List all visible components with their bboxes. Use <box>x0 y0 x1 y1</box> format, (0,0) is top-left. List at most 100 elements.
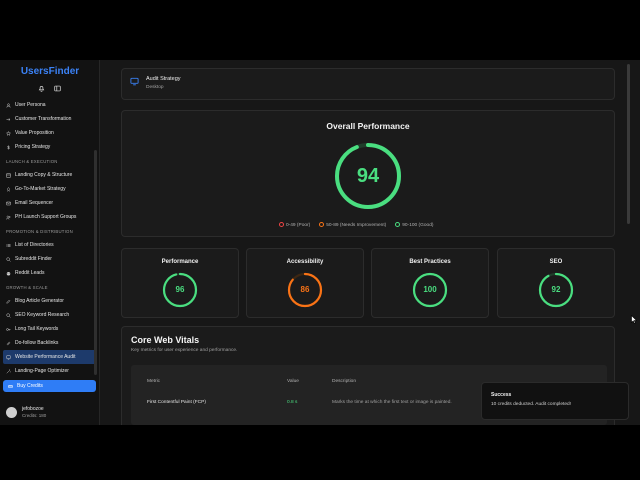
score-title: Performance <box>161 259 199 265</box>
sidebar-item-seo-keyword-research[interactable]: SEO Keyword Research <box>3 308 97 322</box>
audit-strategy-card: Audit Strategy Desktop <box>121 68 615 100</box>
legend-dot <box>279 222 284 227</box>
sidebar-item-label: SEO Keyword Research <box>15 312 70 318</box>
sidebar-item-label: Value Proposition <box>15 130 54 136</box>
sidebar-item-reddit-leads[interactable]: Reddit Leads <box>3 266 97 280</box>
success-toast[interactable]: Success 10 credits deducted. Audit compl… <box>481 382 629 420</box>
sidebar-item-blog-article-generator[interactable]: Blog Article Generator <box>3 294 97 308</box>
search-icon <box>6 312 11 318</box>
core-web-vitals-title: Core Web Vitals <box>131 335 200 345</box>
search-icon <box>6 256 11 262</box>
audit-strategy-value: Desktop <box>146 85 164 90</box>
score-legend: 0-49 (Poor) 50-89 (Needs Improvement) 90-1… <box>279 222 433 228</box>
sidebar-item-value-proposition[interactable]: Value Proposition <box>3 126 97 140</box>
score-title: SEO <box>549 259 563 265</box>
score-card-seo: SEO 92 <box>497 248 615 318</box>
dollar-icon <box>7 145 10 149</box>
user-credits: Credits: 180 <box>22 413 47 418</box>
sidebar-item-label: Website Performance Audit <box>15 354 76 360</box>
sidebar-item-label: Landing-Page Optimizer <box>15 368 69 374</box>
sidebar-item-label: User Persona <box>15 102 46 108</box>
credit-card-icon <box>8 384 13 388</box>
wand-icon <box>6 369 11 373</box>
score-card-performance: Performance 96 <box>121 248 239 318</box>
score-gauge: 92 <box>538 272 574 308</box>
sidebar-item-label: Customer Transformation <box>15 116 72 122</box>
score-value: 100 <box>423 285 437 294</box>
sidebar-nav: User Persona Customer Transformation Value… <box>3 98 97 378</box>
core-web-vitals-subtitle: Key metrics for user experience and perf… <box>131 348 238 353</box>
user-name: jefobozoe <box>22 406 44 412</box>
sidebar-item-label: Blog Article Generator <box>15 298 64 304</box>
sidebar-item-website-performance-audit[interactable]: Website Performance Audit <box>3 350 97 364</box>
sidebar-item-landing-page-optimizer[interactable]: Landing-Page Optimizer <box>3 364 97 378</box>
sidebar-item-ph-launch-support-groups[interactable]: PH Launch Support Groups <box>3 210 97 224</box>
sidebar-item-go-to-market-strategy[interactable]: Go-To-Market Strategy <box>3 182 97 196</box>
bell-icon[interactable] <box>38 85 45 92</box>
sidebar-item-label: Email Sequencer <box>15 200 54 206</box>
audit-strategy-title: Audit Strategy <box>146 76 181 82</box>
sidebar-section-label: LAUNCH & EXECUTION <box>6 158 58 164</box>
sidebar-item-subreddit-finder[interactable]: Subreddit Finder <box>3 252 97 266</box>
sidebar-item-label: Go-To-Market Strategy <box>15 186 66 192</box>
mouse-cursor-icon <box>631 315 637 324</box>
sidebar-item-label: Landing Copy & Structure <box>15 172 73 178</box>
header-description: Description <box>332 379 356 384</box>
score-value: 92 <box>551 285 561 294</box>
sidebar-item-long-tail-keywords[interactable]: Long Tail Keywords <box>3 322 97 336</box>
overall-performance-card: Overall Performance 94 0-49 (Poor) 50-89 … <box>121 110 615 237</box>
users-icon <box>6 215 11 220</box>
score-title: Best Practices <box>409 259 451 265</box>
score-value: 96 <box>175 285 185 294</box>
star-icon <box>6 130 11 136</box>
sidebar-item-user-persona[interactable]: User Persona <box>3 98 97 112</box>
monitor-icon <box>130 77 139 86</box>
sidebar-item-pricing-strategy[interactable]: Pricing Strategy <box>3 140 97 154</box>
buy-credits-label: Buy Credits <box>17 383 43 389</box>
score-title: Accessibility <box>286 259 324 265</box>
sidebar: UsersFinder User Persona Customer Transfo… <box>0 60 100 425</box>
score-card-best-practices: Best Practices 100 <box>371 248 489 318</box>
sidebar-item-label: Do-follow Backlinks <box>15 340 59 346</box>
list-icon <box>6 243 11 247</box>
legend-label: 0-49 (Poor) <box>286 223 311 228</box>
overall-score-gauge: 94 <box>334 142 402 210</box>
legend-dot <box>319 222 325 227</box>
legend-item: 0-49 (Poor) <box>279 222 310 228</box>
sidebar-item-email-sequencer[interactable]: Email Sequencer <box>3 196 97 210</box>
legend-item: 90-100 (Good) <box>395 222 433 228</box>
sidebar-item-label: Long Tail Keywords <box>15 326 59 332</box>
mail-icon <box>6 201 11 205</box>
user-icon <box>6 103 11 108</box>
overall-score-value: 94 <box>356 165 380 187</box>
sidebar-item-customer-transformation[interactable]: Customer Transformation <box>3 112 97 126</box>
link-icon <box>6 341 11 345</box>
avatar <box>6 406 17 418</box>
header-value: Value <box>287 379 299 384</box>
sidebar-item-do-follow-backlinks[interactable]: Do-follow Backlinks <box>3 336 97 350</box>
row-metric: First Contentful Paint (FCP) <box>147 400 206 405</box>
app-logo[interactable]: UsersFinder <box>0 66 100 77</box>
overall-performance-title: Overall Performance <box>326 121 410 131</box>
legend-label: 50-89 (Needs Improvement) <box>326 223 387 228</box>
sidebar-item-label: Reddit Leads <box>15 270 45 276</box>
header-metric: Metric <box>147 379 161 384</box>
score-gauge: 100 <box>412 272 448 308</box>
user-profile[interactable]: jefobozoe Credits: 180 <box>6 406 46 418</box>
buy-credits-button[interactable]: Buy Credits <box>3 380 96 392</box>
score-value: 86 <box>300 285 310 294</box>
sidebar-item-label: Pricing Strategy <box>15 144 51 150</box>
sidebar-toggle-icon[interactable] <box>54 85 61 92</box>
sidebar-item-label: List of Directories <box>15 242 54 248</box>
sidebar-scrollbar[interactable] <box>94 150 97 375</box>
sidebar-item-list-of-directories[interactable]: List of Directories <box>3 238 97 252</box>
row-value: 0.8 s <box>287 400 298 405</box>
legend-item: 50-89 (Needs Improvement) <box>319 222 386 228</box>
row-description: Marks the time at which the first text o… <box>332 400 452 405</box>
monitor-icon <box>6 355 11 360</box>
sidebar-item-landing-copy-structure[interactable]: Landing Copy & Structure <box>3 168 97 182</box>
sidebar-item-label: Subreddit Finder <box>15 256 52 262</box>
main-scrollbar[interactable] <box>627 64 630 224</box>
layout-icon <box>6 172 11 178</box>
sidebar-item-label: PH Launch Support Groups <box>15 214 77 220</box>
